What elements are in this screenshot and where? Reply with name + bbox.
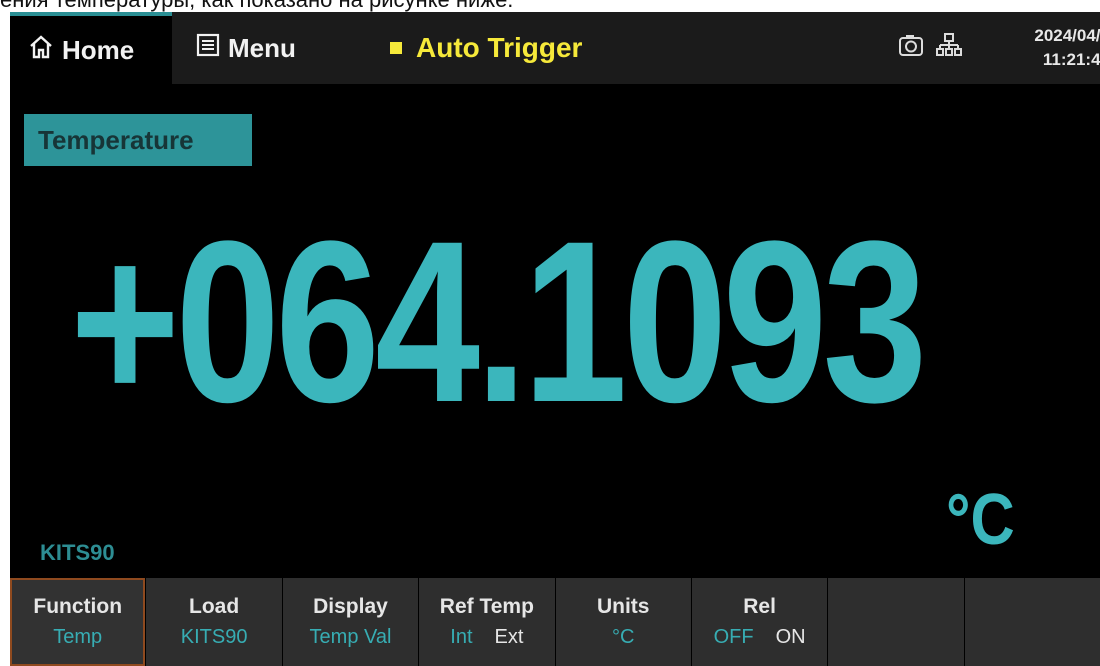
- home-tab[interactable]: Home: [10, 12, 172, 84]
- page-caption: ения температуры, как показано на рисунк…: [0, 0, 1100, 12]
- camera-icon[interactable]: [898, 32, 924, 62]
- softkey-display[interactable]: Display Temp Val: [282, 578, 419, 666]
- softkey-title: Load: [189, 595, 240, 618]
- softkey-empty-7[interactable]: [828, 578, 964, 666]
- softkey-units[interactable]: Units °C: [555, 578, 691, 666]
- date-text: 2024/04/2: [1034, 26, 1100, 45]
- trigger-indicator: [390, 42, 402, 54]
- function-label: Temperature: [24, 114, 252, 166]
- softkey-title: Display: [313, 595, 388, 618]
- instrument-screen: Home Menu Auto Trigger 2024/04/2 11:21:4…: [10, 12, 1100, 666]
- datetime: 2024/04/2 11:21:48: [980, 24, 1100, 72]
- trigger-status[interactable]: Auto Trigger: [390, 12, 582, 84]
- option-on: ON: [775, 626, 806, 648]
- softkey-rel[interactable]: Rel OFF ON: [691, 578, 828, 666]
- softkey-title: Rel: [743, 595, 776, 618]
- softkey-title: Ref Temp: [439, 595, 534, 618]
- softkey-value: KITS90: [180, 626, 248, 648]
- option-off: OFF: [713, 626, 754, 648]
- softkey-value: °C: [612, 626, 635, 648]
- softkey-function[interactable]: Function Temp: [10, 578, 146, 666]
- time-text: 11:21:48: [1042, 50, 1100, 69]
- softkey-load[interactable]: Load KITS90: [146, 578, 282, 666]
- status-icons: [898, 32, 962, 62]
- softkey-title: Function: [33, 595, 123, 618]
- softkey-value: Temp: [53, 626, 103, 648]
- softkey-bar: Function Temp Load KITS90 Display Temp V…: [10, 578, 1100, 666]
- network-icon[interactable]: [936, 32, 962, 62]
- menu-label: Menu: [228, 32, 296, 63]
- rel-options: OFF ON: [714, 622, 806, 652]
- sensor-type: KITS90: [40, 540, 115, 565]
- trigger-label: Auto Trigger: [416, 32, 583, 63]
- option-int: Int: [450, 626, 473, 648]
- home-label: Home: [62, 34, 135, 65]
- menu-icon: [196, 33, 228, 64]
- option-ext: Ext: [494, 626, 524, 648]
- top-bar: Home Menu Auto Trigger 2024/04/2 11:21:4…: [10, 12, 1100, 84]
- unit-label: °C: [946, 480, 1015, 560]
- main-reading: +064.1093: [70, 193, 927, 450]
- home-icon: [28, 34, 62, 67]
- softkey-ref-temp[interactable]: Ref Temp Int Ext: [419, 578, 555, 666]
- softkey-value: Temp Val: [309, 626, 392, 648]
- softkey-empty-8[interactable]: [964, 578, 1100, 666]
- softkey-title: Units: [596, 595, 650, 618]
- ref-temp-options: Int Ext: [450, 622, 523, 652]
- menu-tab[interactable]: Menu: [178, 12, 348, 84]
